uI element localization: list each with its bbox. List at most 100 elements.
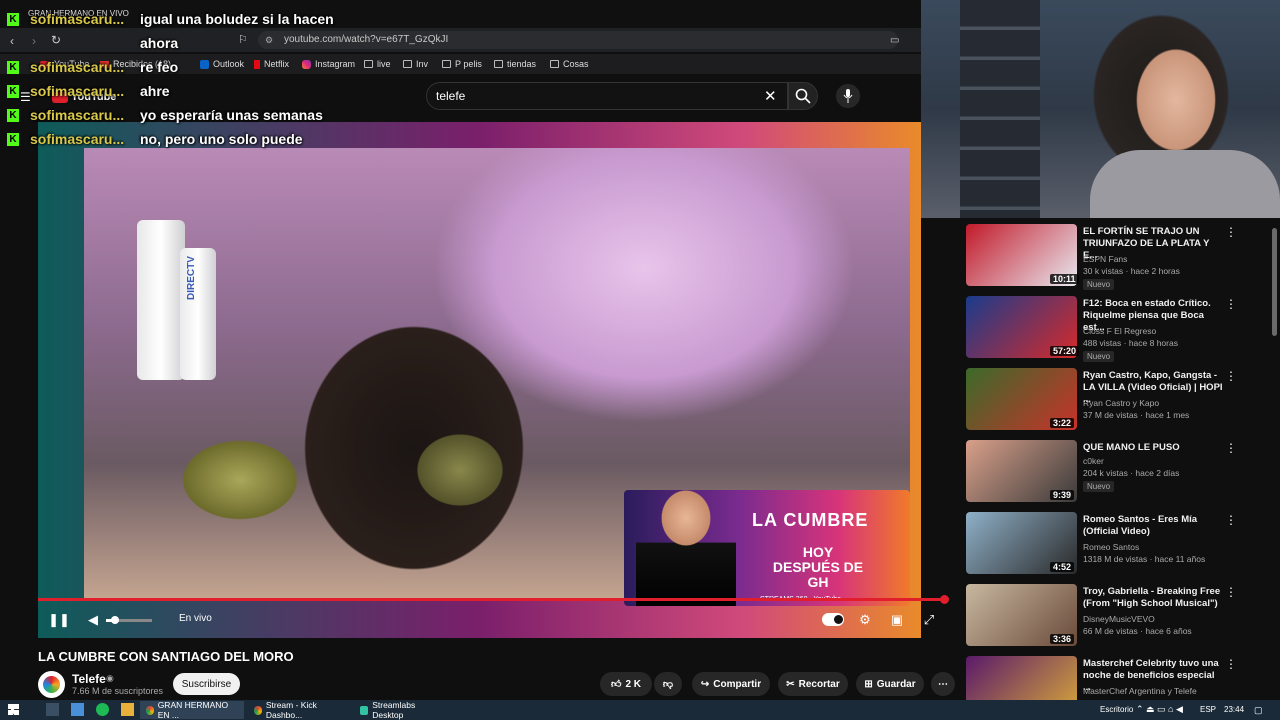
gear-icon: ⚙ — [859, 612, 871, 627]
pause-icon: ❚❚ — [48, 612, 70, 627]
site-info-icon[interactable]: ⚙ — [265, 35, 273, 46]
channel-name[interactable]: Telefe — [72, 672, 106, 686]
rec-duration: 3:22 — [1050, 418, 1075, 428]
save-button[interactable]: ⊞ Guardar — [856, 672, 924, 696]
bookmark-outlook[interactable]: Outlook — [200, 59, 244, 69]
bookmark-tiendas[interactable]: tiendas — [494, 59, 536, 69]
bookmark-instagram[interactable]: Instagram — [302, 59, 355, 69]
chat-username: sofimascaru... — [30, 131, 125, 147]
bookmark-live[interactable]: live — [364, 59, 391, 69]
folder-icon — [550, 60, 559, 68]
search-icon — [795, 88, 811, 104]
clock[interactable]: 23:44 — [1224, 705, 1244, 714]
like-button[interactable]: 👍︎ 2 K — [600, 672, 652, 696]
chat-message: re feo — [140, 59, 179, 75]
rec-channel[interactable]: MasterChef Argentina y Telefe — [1083, 686, 1197, 696]
rec-new-badge: Nuevo — [1083, 351, 1115, 362]
instagram-icon — [302, 59, 311, 69]
more-options-icon[interactable]: ⋮ — [1225, 225, 1237, 239]
kick-badge-icon: K — [7, 13, 19, 26]
miniplayer-button[interactable]: ▣ — [888, 612, 906, 628]
bookmark-icon[interactable]: ⚐ — [238, 33, 248, 46]
rec-meta: 204 k vistas · hace 2 días — [1083, 468, 1180, 478]
notifications-icon[interactable]: ▢ — [1254, 705, 1263, 716]
rec-channel[interactable]: ESPN Fans — [1083, 254, 1127, 264]
chat-username: sofimascaru... — [30, 107, 125, 123]
taskbar-app-chrome[interactable]: GRAN HERMANO EN ... — [140, 700, 244, 720]
share-icon: ↪ — [700, 678, 710, 690]
bookmark-inv[interactable]: Inv — [403, 59, 428, 69]
video-title: LA CUMBRE CON SANTIAGO DEL MORO — [38, 649, 294, 664]
progress-bar[interactable] — [38, 598, 946, 601]
streamlabs-icon — [360, 705, 369, 715]
folder-icon — [364, 60, 373, 68]
more-options-icon[interactable]: ⋮ — [1225, 513, 1237, 527]
chat-message: igual una boludez si la hacen — [140, 11, 334, 27]
settings-button[interactable]: ⚙ — [856, 612, 874, 628]
more-options-icon[interactable]: ⋮ — [1225, 369, 1237, 383]
back-icon[interactable]: ‹ — [10, 34, 14, 48]
share-button[interactable]: ↪ Compartir — [692, 672, 770, 696]
rec-duration: 9:39 — [1050, 490, 1075, 500]
more-options-icon[interactable]: ⋮ — [1225, 657, 1237, 671]
more-options-icon[interactable]: ⋮ — [1225, 441, 1237, 455]
more-actions-button[interactable]: ⋯ — [931, 672, 955, 696]
rec-title[interactable]: QUE MANO LE PUSO — [1083, 442, 1223, 454]
rec-duration: 57:20 — [1050, 346, 1080, 356]
cast-icon[interactable]: ▭ — [890, 35, 899, 46]
search-input[interactable] — [426, 82, 788, 110]
bookmark-netflix[interactable]: Netflix — [254, 59, 289, 69]
rec-channel[interactable]: Closs F El Regreso — [1083, 326, 1156, 336]
fullscreen-icon: ⤢ — [923, 612, 935, 627]
rec-duration: 3:36 — [1050, 634, 1075, 644]
tray-icons[interactable]: ⌃ ⏏ ▭ ⌂ ◀ — [1136, 704, 1183, 715]
task-view-icon[interactable] — [46, 703, 59, 716]
desktop-toolbar-label[interactable]: Escritorio — [1100, 705, 1133, 714]
taskbar-app-streamlabs[interactable]: Streamlabs Desktop — [354, 700, 448, 720]
search-input-value: telefe — [436, 89, 466, 103]
rec-meta: 488 vistas · hace 8 horas — [1083, 338, 1178, 348]
subscribe-button[interactable]: Suscribirse — [173, 673, 240, 695]
dislike-button[interactable]: 👎︎ — [654, 672, 682, 696]
save-icon: ⊞ — [864, 678, 873, 690]
autoplay-toggle-knob — [834, 615, 843, 624]
chat-message: ahre — [140, 83, 170, 99]
stream-top-strip — [0, 0, 921, 28]
language-indicator[interactable]: ESP — [1200, 705, 1216, 714]
spotify-icon[interactable] — [96, 703, 109, 716]
more-options-icon[interactable]: ⋮ — [1225, 585, 1237, 599]
rec-channel[interactable]: Ryan Castro y Kapo — [1083, 398, 1159, 408]
rec-duration: 10:11 — [1050, 274, 1079, 284]
rec-channel[interactable]: DisneyMusicVEVO — [1083, 614, 1155, 624]
clear-search-icon[interactable]: ✕ — [764, 87, 777, 105]
forward-icon[interactable]: › — [32, 34, 36, 48]
chrome-icon — [146, 705, 154, 715]
fullscreen-button[interactable]: ⤢ — [920, 612, 938, 628]
clip-button[interactable]: ✂ Recortar — [778, 672, 848, 696]
rec-channel[interactable]: Romeo Santos — [1083, 542, 1139, 552]
sidebar-scrollbar[interactable] — [1272, 228, 1277, 336]
reload-icon[interactable]: ↻ — [51, 33, 61, 47]
folder-icon[interactable] — [121, 703, 134, 716]
progress-scrubber[interactable] — [940, 595, 949, 604]
kick-badge-icon: K — [7, 109, 19, 122]
pause-button[interactable]: ❚❚ — [48, 612, 70, 628]
more-options-icon[interactable]: ⋮ — [1225, 297, 1237, 311]
live-badge[interactable]: En vivo — [179, 613, 212, 624]
telefe-logo-icon — [43, 676, 60, 693]
volume-button[interactable]: ◀ — [84, 612, 102, 628]
bookmark-cosas[interactable]: Cosas — [550, 59, 589, 69]
rec-title[interactable]: Romeo Santos - Eres Mía (Official Video) — [1083, 514, 1223, 538]
thumbs-down-icon: 👎︎ — [662, 679, 674, 690]
rec-meta: 30 k vistas · hace 2 horas — [1083, 266, 1180, 276]
kick-badge-icon: K — [7, 85, 19, 98]
webcam-streamer — [1090, 150, 1280, 218]
bookmark-pelis[interactable]: P pelis — [442, 59, 482, 69]
folder-icon — [494, 60, 503, 68]
volume-icon: ◀ — [88, 612, 98, 627]
explorer-icon[interactable] — [71, 703, 84, 716]
scissors-icon: ✂ — [786, 678, 795, 690]
rec-title[interactable]: Troy, Gabriella - Breaking Free (From "H… — [1083, 586, 1223, 610]
rec-channel[interactable]: c0ker — [1083, 456, 1104, 466]
taskbar-app-kick[interactable]: Stream - Kick Dashbo... — [248, 700, 350, 720]
